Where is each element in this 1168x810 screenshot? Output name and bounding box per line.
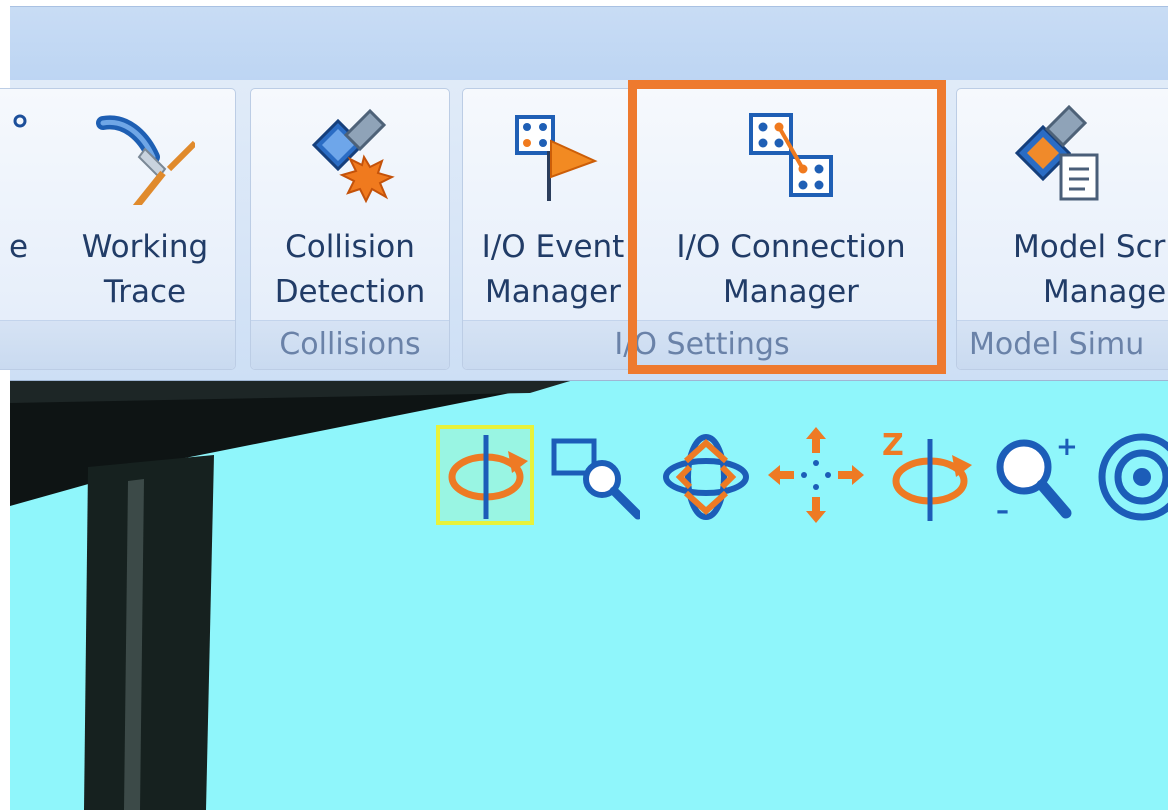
model-script-manager-line2: Manage — [1043, 274, 1167, 310]
welding-torch-icon — [95, 105, 198, 216]
working-trace-line2: Trace — [103, 274, 187, 310]
application-window: e Working Trace Collision Detection Coll… — [0, 0, 1168, 810]
orbit-icon — [448, 435, 528, 519]
io-connection-manager-label: I/O Connection Manager — [641, 225, 941, 315]
group-label-collisions: Collisions — [251, 320, 449, 369]
free-rotate-icon — [663, 434, 749, 520]
working-trace-label: Working Trace — [65, 225, 225, 315]
ribbon: e Working Trace Collision Detection Coll… — [0, 80, 1168, 381]
orbit-tool[interactable] — [436, 421, 536, 525]
pan-tool[interactable] — [766, 421, 866, 523]
io-event-manager-button[interactable]: I/O Event Manager — [467, 89, 639, 319]
group-label-io-settings: I/O Settings — [463, 320, 941, 369]
z-rotate-icon: Z — [882, 428, 972, 521]
working-trace-button[interactable]: Working Trace — [65, 89, 225, 319]
3d-viewport[interactable]: Z + – — [10, 381, 1168, 810]
working-trace-line1: Working — [81, 229, 209, 265]
trace-partial-label: e — [9, 229, 29, 265]
z-axis-letter: Z — [882, 428, 904, 463]
target-icon — [1098, 433, 1168, 521]
collision-detection-label: Collision Detection — [251, 225, 449, 315]
zoom-window-icon — [551, 438, 640, 520]
io-event-icon — [503, 105, 603, 205]
io-connection-manager-button[interactable]: I/O Connection Manager — [641, 89, 941, 319]
zoom-minus-sign: – — [996, 496, 1009, 525]
io-event-manager-label: I/O Event Manager — [467, 225, 639, 315]
collision-detection-line2: Detection — [274, 274, 426, 310]
pan-icon — [768, 427, 864, 523]
z-rotate-tool[interactable]: Z — [876, 421, 976, 521]
ribbon-group-model-simulation: Model Scr Manage Model Simu — [956, 88, 1168, 370]
target-tool[interactable] — [1090, 421, 1168, 521]
title-bar — [10, 6, 1168, 81]
ribbon-group-trace: e Working Trace — [0, 88, 236, 370]
collision-detection-line1: Collision — [285, 229, 415, 265]
zoom-in-out-icon: + – — [996, 432, 1078, 525]
zoom-in-out-tool[interactable]: + – — [982, 421, 1082, 525]
model-script-manager-line1: Model Scr — [1013, 229, 1166, 265]
ribbon-group-collisions: Collision Detection Collisions — [250, 88, 450, 370]
zoom-window-tool[interactable] — [540, 421, 640, 521]
collision-detection-button[interactable]: Collision Detection — [251, 89, 449, 319]
io-event-manager-line2: Manager — [485, 274, 621, 310]
free-rotate-tool[interactable] — [656, 421, 756, 521]
model-script-manager-label: Model Scr Manage — [1013, 225, 1168, 315]
ribbon-group-io-settings: I/O Event Manager I/O Connection Manager… — [462, 88, 942, 370]
collision-icon — [300, 105, 400, 205]
io-connection-icon — [741, 105, 841, 205]
io-connection-manager-line2: Manager — [723, 274, 859, 310]
io-event-manager-line1: I/O Event — [481, 229, 625, 265]
io-connection-manager-line1: I/O Connection — [676, 229, 906, 265]
group-label-model-simulation: Model Simu — [957, 320, 1168, 369]
trace-partial-icon — [11, 111, 31, 131]
model-script-manager-button[interactable]: Model Scr Manage — [957, 89, 1168, 319]
model-script-icon — [1007, 104, 1107, 205]
group-label-trace — [0, 320, 235, 369]
zoom-plus-sign: + — [1056, 432, 1078, 462]
